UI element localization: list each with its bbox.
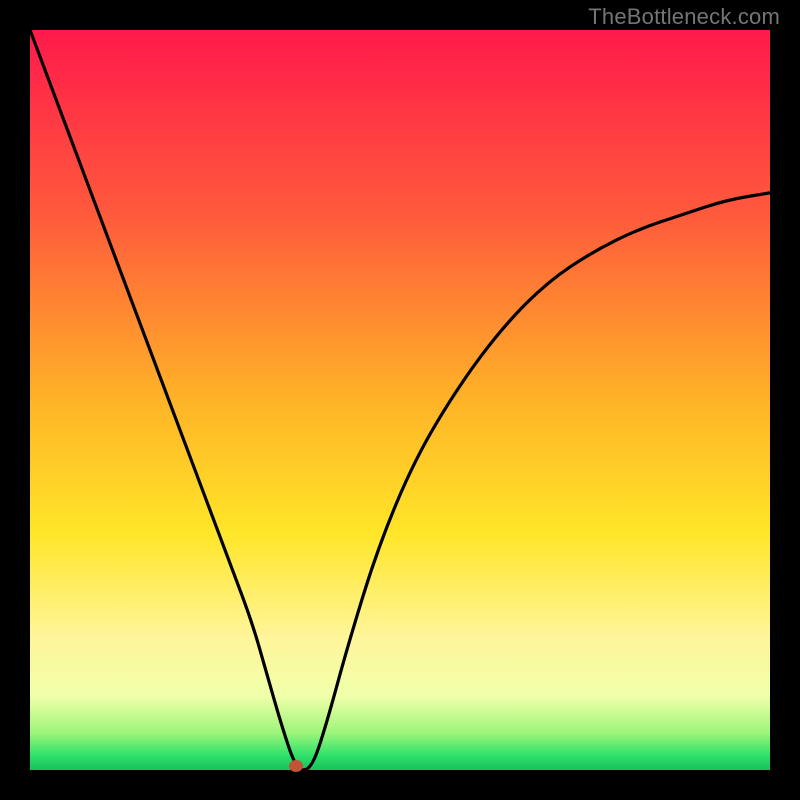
optimal-point-marker [289, 760, 303, 772]
watermark-text: TheBottleneck.com [588, 4, 780, 30]
chart-frame [30, 30, 770, 770]
bottleneck-curve-path [30, 30, 770, 770]
chart-curve-svg [30, 30, 770, 770]
